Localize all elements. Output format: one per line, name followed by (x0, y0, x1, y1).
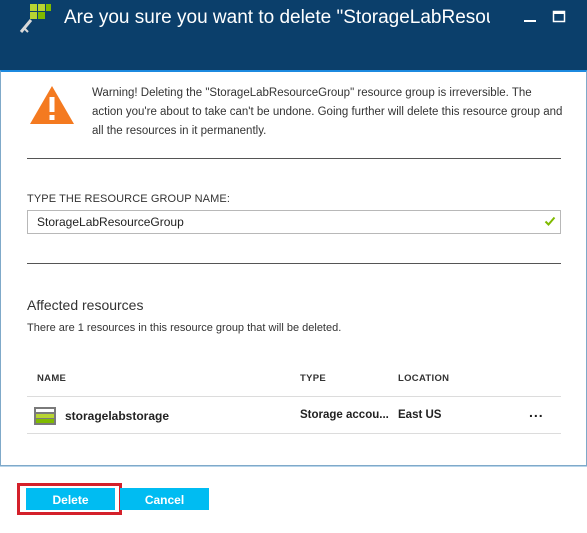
key-logo-icon (19, 4, 51, 33)
delete-button[interactable]: Delete (26, 488, 115, 510)
minimize-button[interactable] (519, 8, 541, 26)
affected-resources-title: Affected resources (27, 297, 144, 313)
resource-group-name-input[interactable]: StorageLabResourceGroup (27, 210, 561, 234)
dialog-footer: Delete Cancel (0, 466, 587, 533)
warning-icon (30, 86, 74, 124)
table-divider (27, 433, 561, 434)
maximize-icon (552, 10, 566, 23)
resource-group-name-label: TYPE THE RESOURCE GROUP NAME: (27, 193, 230, 205)
storage-account-icon (34, 407, 56, 425)
cancel-button[interactable]: Cancel (120, 488, 209, 510)
affected-resources-description: There are 1 resources in this resource g… (27, 322, 342, 334)
dialog-titlebar: Are you sure you want to delete "Storage… (0, 0, 587, 70)
warning-message: Warning! Deleting the "StorageLabResourc… (92, 87, 563, 137)
column-header-name: NAME (37, 373, 67, 384)
resource-location: East US (398, 409, 442, 421)
divider (27, 158, 561, 159)
resource-group-name-value: StorageLabResourceGroup (37, 215, 184, 229)
checkmark-icon (544, 216, 556, 226)
dialog-content: Warning! Deleting the "StorageLabResourc… (0, 70, 587, 466)
minimize-icon (524, 20, 536, 22)
maximize-button[interactable] (548, 8, 570, 26)
more-icon[interactable]: ... (529, 404, 544, 420)
table-divider (27, 396, 561, 397)
resource-type: Storage accou... (300, 409, 389, 421)
resource-name[interactable]: storagelabstorage (65, 409, 169, 423)
column-header-type: TYPE (300, 373, 327, 384)
column-header-location: LOCATION (398, 373, 450, 384)
divider (27, 263, 561, 264)
dialog-title: Are you sure you want to delete "Storage… (64, 7, 490, 28)
